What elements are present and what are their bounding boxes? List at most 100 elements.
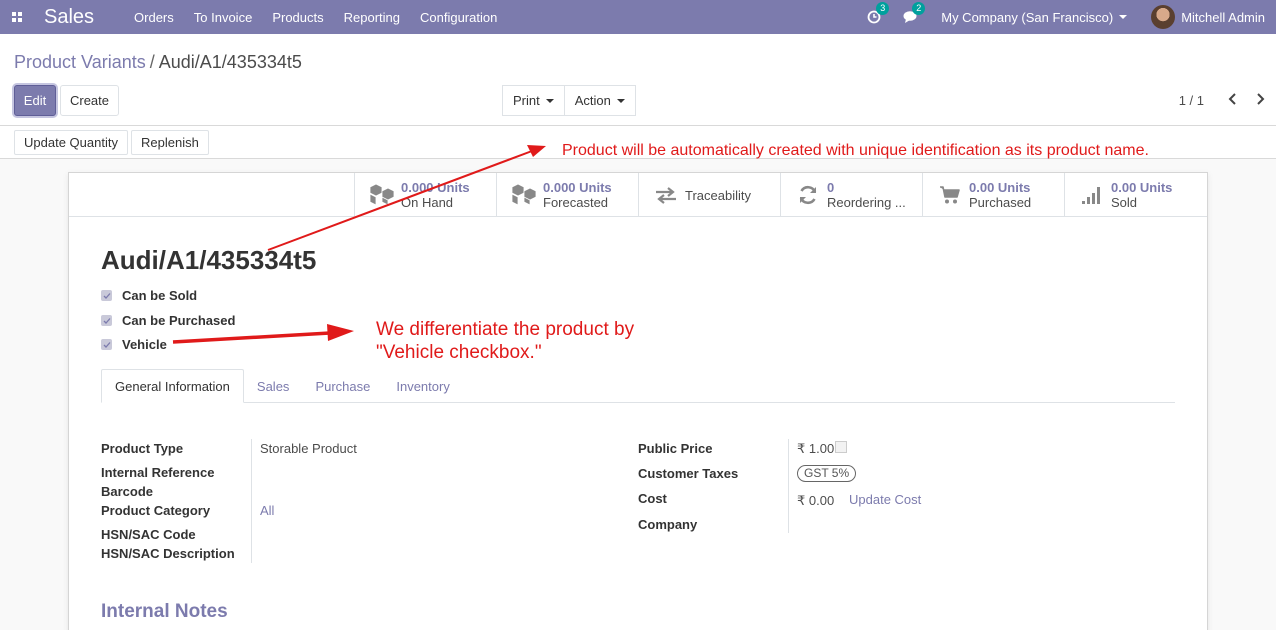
menu-to-invoice[interactable]: To Invoice: [194, 10, 253, 25]
field-divider: [788, 439, 789, 533]
hsn-code-label: HSN/SAC Code: [101, 527, 196, 542]
activity-menu[interactable]: 3: [867, 2, 890, 24]
public-price-value[interactable]: ₹ 1.00: [797, 441, 834, 457]
hsn-description-label: HSN/SAC Description: [101, 546, 235, 561]
smart-button-box: 0.000 Units On Hand 0.000 Units Forecasted…: [69, 173, 1207, 217]
signal-icon: [1077, 185, 1107, 205]
can-be-sold-label: Can be Sold: [122, 288, 198, 303]
chevron-down-icon: [545, 98, 554, 103]
user-name: Mitchell Admin: [1181, 9, 1265, 25]
cart-icon: [935, 185, 965, 205]
can-be-purchased-label: Can be Purchased: [122, 313, 236, 328]
smart-on-hand[interactable]: 0.000 Units On Hand: [354, 173, 496, 217]
cubes-icon: [509, 184, 539, 206]
product-name-title: Audi/A1/435334t5: [101, 245, 317, 275]
chevron-down-icon: [616, 98, 625, 103]
can-be-sold-row: Can be Sold: [101, 288, 197, 303]
company-name: My Company (San Francisco): [941, 9, 1114, 25]
internal-reference-label: Internal Reference: [101, 465, 215, 480]
breadcrumb-current: Audi/A1/435334t5: [158, 52, 302, 72]
user-menu[interactable]: Mitchell Admin: [1151, 5, 1265, 29]
update-cost-link[interactable]: Update Cost: [849, 492, 921, 507]
update-quantity-button[interactable]: Update Quantity: [14, 130, 128, 155]
create-button[interactable]: Create: [60, 85, 119, 116]
pager-value[interactable]: 1 / 1: [1179, 93, 1204, 108]
public-price-label: Public Price: [638, 441, 713, 456]
vehicle-row: Vehicle: [101, 337, 167, 352]
traceability-label: Traceability: [685, 187, 751, 203]
internal-notes-title: Internal Notes: [101, 601, 228, 622]
message-count-badge: 2: [912, 2, 926, 15]
product-type-label: Product Type: [101, 441, 184, 456]
smart-reordering[interactable]: 0 Reordering ...: [780, 173, 922, 217]
tab-sales[interactable]: Sales: [244, 369, 303, 403]
control-panel: Product Variants / Audi/A1/435334t5 Edit C…: [0, 34, 1276, 126]
forecasted-label: Forecasted: [543, 195, 609, 210]
tab-general-information[interactable]: General Information: [101, 369, 244, 403]
can-be-purchased-checkbox[interactable]: [101, 315, 112, 326]
check-icon: [103, 292, 110, 299]
top-navbar: Sales Orders To Invoice Products Reporti…: [0, 0, 1276, 34]
company-label: Company: [638, 517, 698, 532]
product-category-label: Product Category: [101, 503, 211, 518]
annotation-vehicle-note: We differentiate the product by "Vehicle…: [376, 318, 634, 364]
apps-menu-icon[interactable]: [0, 0, 34, 34]
sold-value: 0.00 Units: [1111, 180, 1173, 195]
forecasted-value: 0.000 Units: [543, 180, 612, 195]
form-sheet: 0.000 Units On Hand 0.000 Units Forecasted…: [68, 172, 1208, 630]
on-hand-label: On Hand: [401, 195, 454, 210]
breadcrumb: Product Variants / Audi/A1/435334t5: [14, 52, 302, 73]
annotation-vehicle-line1: We differentiate the product by: [376, 319, 635, 340]
tab-inventory[interactable]: Inventory: [383, 369, 462, 403]
pager-next-button[interactable]: [1250, 89, 1270, 109]
refresh-icon: [793, 184, 823, 206]
check-icon: [103, 341, 110, 348]
barcode-label: Barcode: [101, 484, 154, 499]
customer-taxes-label: Customer Taxes: [638, 466, 739, 481]
gst-tax-tag[interactable]: GST 5%: [797, 465, 857, 482]
purchased-value: 0.00 Units: [969, 180, 1031, 195]
avatar: [1151, 5, 1176, 29]
action-button-group: Print Action: [502, 85, 636, 116]
edit-button[interactable]: Edit: [14, 85, 56, 116]
vehicle-label: Vehicle: [122, 337, 167, 352]
activity-count-badge: 3: [876, 2, 890, 15]
chevron-down-icon: [1119, 15, 1128, 19]
menu-products[interactable]: Products: [272, 10, 323, 25]
tab-purchase[interactable]: Purchase: [302, 369, 383, 403]
annotation-vehicle-line2: "Vehicle checkbox.": [376, 342, 542, 363]
smart-purchased[interactable]: 0.00 Units Purchased: [922, 173, 1064, 217]
company-switcher[interactable]: My Company (San Francisco): [941, 9, 1128, 25]
print-label: Print: [513, 93, 540, 108]
smart-sold[interactable]: 0.00 Units Sold: [1064, 173, 1206, 217]
cubes-icon: [367, 184, 397, 206]
chevron-left-icon: [1228, 93, 1236, 105]
breadcrumb-separator: /: [149, 52, 155, 72]
notebook-tabs: General Information Sales Purchase Inven…: [101, 369, 1175, 403]
pager-previous-button[interactable]: [1223, 89, 1243, 109]
menu-orders[interactable]: Orders: [134, 10, 174, 25]
action-dropdown[interactable]: Action: [564, 85, 636, 116]
on-hand-value: 0.000 Units: [401, 180, 470, 195]
menu-configuration[interactable]: Configuration: [420, 10, 497, 25]
replenish-button[interactable]: Replenish: [131, 130, 209, 155]
product-type-value[interactable]: Storable Product: [260, 441, 357, 456]
can-be-purchased-row: Can be Purchased: [101, 313, 235, 328]
app-brand[interactable]: Sales: [44, 6, 94, 29]
check-icon: [103, 317, 110, 324]
smart-forecasted[interactable]: 0.000 Units Forecasted: [496, 173, 638, 217]
reordering-value: 0: [827, 180, 835, 195]
annotation-name-note: Product will be automatically created wi…: [562, 142, 1149, 159]
smart-traceability[interactable]: Traceability: [638, 173, 780, 217]
print-dropdown[interactable]: Print: [502, 85, 565, 116]
menu-reporting[interactable]: Reporting: [344, 10, 400, 25]
product-category-value[interactable]: All: [260, 503, 274, 518]
breadcrumb-parent[interactable]: Product Variants: [14, 52, 146, 72]
vehicle-checkbox[interactable]: [101, 339, 112, 350]
messaging-menu[interactable]: 2: [903, 2, 926, 24]
exchange-icon: [651, 186, 681, 204]
cost-value[interactable]: ₹ 0.00: [797, 493, 834, 509]
can-be-sold-checkbox[interactable]: [101, 290, 112, 301]
cost-label: Cost: [638, 491, 667, 506]
action-label: Action: [574, 93, 611, 108]
